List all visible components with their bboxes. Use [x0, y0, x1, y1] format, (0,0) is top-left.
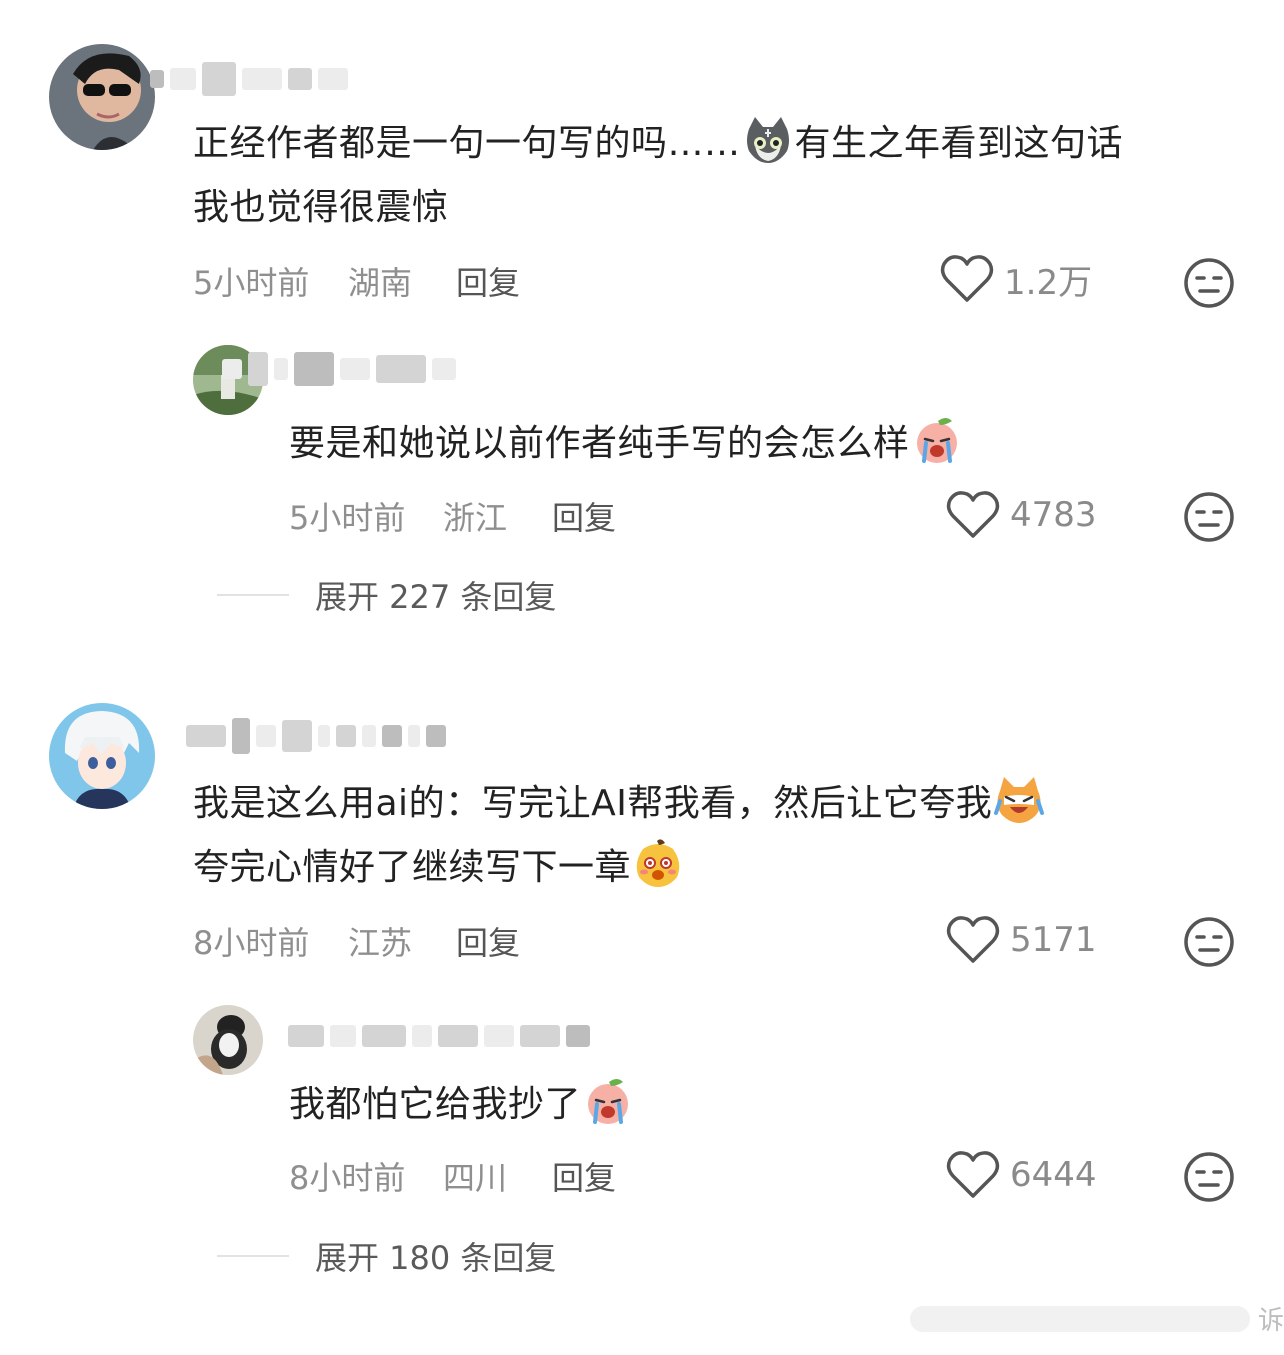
comment-time: 5小时前 [193, 264, 310, 302]
like-count: 1.2万 [1004, 262, 1093, 303]
crying-peach-emoji [916, 418, 957, 463]
reply-button[interactable]: 回复 [456, 258, 520, 304]
like-button[interactable]: 5171 [946, 915, 1097, 965]
comment-location: 湖南 [348, 264, 413, 302]
expand-replies-label: 展开 227 条回复 [315, 578, 557, 616]
dislike-face-icon[interactable] [1183, 491, 1235, 543]
happy-blush-emoji [636, 839, 680, 887]
expand-replies-label: 展开 180 条回复 [315, 1239, 557, 1277]
avatar[interactable] [49, 44, 155, 150]
dislike-face-icon[interactable] [1183, 916, 1235, 968]
username-blurred[interactable] [288, 1025, 590, 1047]
expand-replies-button[interactable]: 展开 227 条回复 [217, 572, 556, 618]
divider-line [217, 594, 289, 596]
heart-icon [946, 1151, 1000, 1198]
dislike-face-icon[interactable] [1183, 1151, 1235, 1203]
comment-text: 我是这么用ai的：写完让AI帮我看，然后让它夸我 夸完心情好了继续写下一章 [193, 772, 1243, 900]
reply-location: 四川 [443, 1159, 508, 1197]
avatar[interactable] [49, 703, 155, 809]
watermark-blur [909, 1305, 1250, 1332]
username-blurred[interactable] [150, 62, 348, 96]
reply-text: 要是和她说以前作者纯手写的会怎么样 [289, 412, 1189, 476]
heart-icon [940, 255, 994, 302]
laughing-cat-emoji [994, 777, 1045, 823]
avatar[interactable] [193, 1005, 263, 1075]
comment-location: 江苏 [348, 924, 413, 962]
heart-icon [946, 491, 1000, 538]
reply-time: 8小时前 [289, 1159, 406, 1197]
username-blurred[interactable] [186, 718, 446, 754]
watermark-text: 诉 [1257, 1306, 1284, 1336]
reply-location: 浙江 [443, 499, 508, 537]
reply-button[interactable]: 回复 [456, 918, 520, 964]
comment-text: 正经作者都是一句一句写的吗…… 有生之年看到这句话 我也觉得很震惊 [193, 112, 1243, 240]
reply-button[interactable]: 回复 [552, 493, 616, 539]
heart-icon [946, 916, 1000, 963]
username-blurred[interactable] [222, 352, 456, 386]
divider-line [217, 1255, 289, 1257]
like-count: 6444 [1010, 1155, 1097, 1195]
expand-replies-button[interactable]: 展开 180 条回复 [217, 1233, 556, 1279]
like-button[interactable]: 4783 [946, 490, 1097, 540]
reply-text: 我都怕它给我抄了 [289, 1073, 1189, 1137]
dislike-face-icon[interactable] [1183, 257, 1235, 309]
reply-time: 5小时前 [289, 499, 406, 537]
cat-face-emoji [746, 117, 789, 163]
comment-time: 8小时前 [193, 924, 310, 962]
like-count: 4783 [1010, 495, 1097, 535]
watermark: 诉 [909, 1300, 1284, 1337]
like-button[interactable]: 1.2万 [940, 254, 1092, 304]
like-count: 5171 [1010, 920, 1097, 960]
crying-peach-emoji [588, 1079, 629, 1124]
reply-button[interactable]: 回复 [552, 1153, 616, 1199]
like-button[interactable]: 6444 [946, 1150, 1097, 1200]
